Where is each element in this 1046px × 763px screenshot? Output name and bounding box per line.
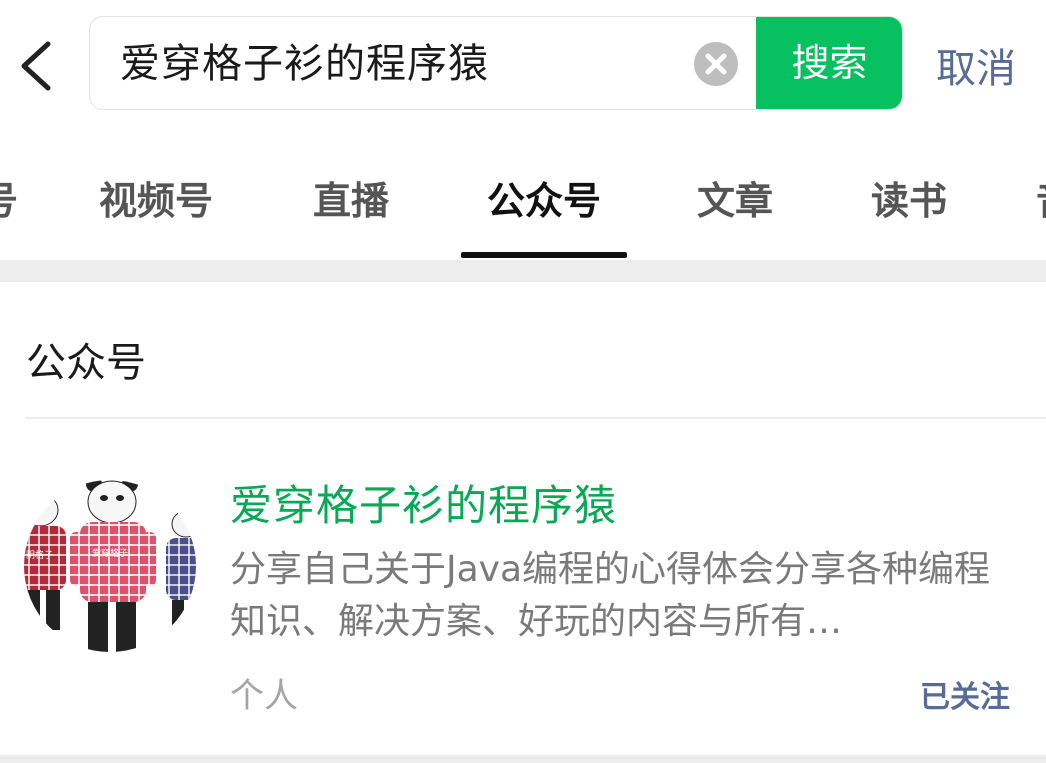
search-button[interactable]: 搜索 <box>756 17 902 109</box>
avatar-label-left: 阴格子 <box>26 549 53 561</box>
bottom-divider <box>0 755 1046 763</box>
tab-partial-left[interactable]: 号 <box>0 170 18 225</box>
search-input[interactable]: 爱穿格子衫的程序猿 搜索 <box>89 16 903 110</box>
search-category-tabs: 号 视频号 直播 公众号 文章 读书 音 <box>0 150 1046 260</box>
section-gap <box>0 260 1046 282</box>
tab-books[interactable]: 读书 <box>871 170 947 225</box>
avatar-label-center: 爱穿格子 <box>92 547 128 559</box>
divider <box>26 417 1046 419</box>
account-result-item[interactable]: 阴格子 爱穿格子 爱穿格子衫的程序猿 分享自己关于Java编程的心得体会分享各种… <box>0 420 1046 750</box>
back-icon[interactable] <box>14 34 58 98</box>
follow-status-button[interactable]: 已关注 <box>920 672 1010 716</box>
account-description: 分享自己关于Java编程的心得体会分享各种编程知识、解决方案、好玩的内容与所有… <box>230 549 991 642</box>
search-query-text[interactable]: 爱穿格子衫的程序猿 <box>120 17 489 109</box>
tab-live[interactable]: 直播 <box>313 170 389 225</box>
tab-official-accounts[interactable]: 公众号 <box>487 170 601 225</box>
account-type: 个人 <box>230 676 298 716</box>
clear-icon[interactable] <box>694 42 738 86</box>
section-title: 公众号 <box>26 340 146 386</box>
tab-partial-right[interactable]: 音 <box>1036 170 1046 225</box>
account-name[interactable]: 爱穿格子衫的程序猿 <box>230 472 617 533</box>
account-avatar: 阴格子 爱穿格子 <box>24 480 196 652</box>
tab-channels[interactable]: 视频号 <box>99 170 213 225</box>
search-header: 爱穿格子衫的程序猿 搜索 取消 <box>0 0 1046 130</box>
active-tab-indicator <box>461 252 627 258</box>
cancel-button[interactable]: 取消 <box>936 36 1016 94</box>
tab-articles[interactable]: 文章 <box>697 170 773 225</box>
